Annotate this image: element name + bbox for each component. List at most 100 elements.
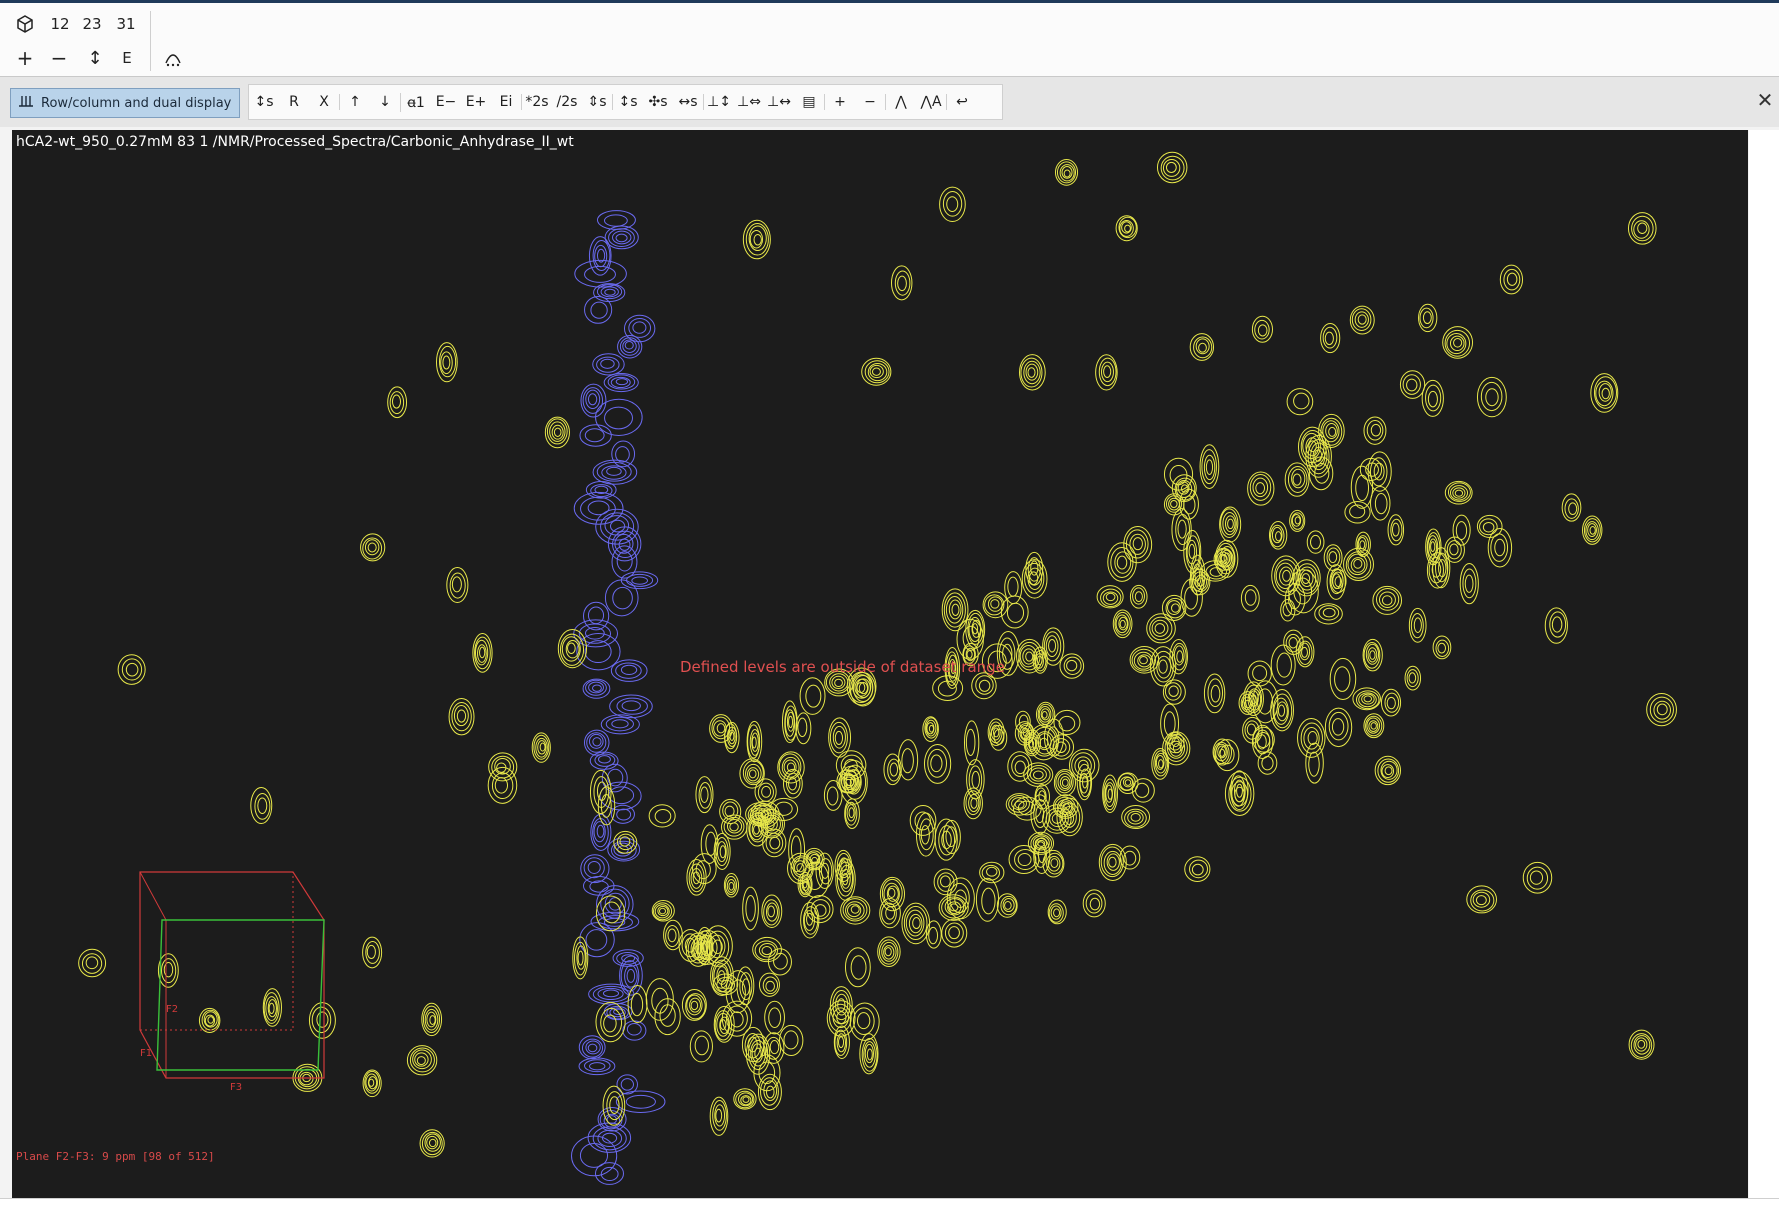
positive-peak [453, 704, 469, 727]
e-plus-icon[interactable]: E+ [461, 94, 491, 110]
arrow-down-icon[interactable]: ↓ [370, 94, 400, 110]
positive-peak [1381, 595, 1393, 606]
horizontal-shift-icon[interactable]: ↔s [673, 94, 703, 110]
positive-peak [1494, 538, 1506, 557]
spectrum-canvas[interactable]: F1 F2 F3 hCA2-wt_950_0.27mM 83 1 /NMR/Pr… [12, 130, 1748, 1198]
peak-pick-icon[interactable] [162, 45, 184, 71]
remove-icon[interactable]: − [855, 94, 885, 110]
positive-peak [207, 1016, 215, 1024]
positive-peak [1041, 711, 1048, 719]
vertical-scale-button[interactable]: ↕ [84, 45, 106, 71]
stack-vertical-icon[interactable]: ⊥↕ [703, 94, 734, 110]
toolbar-separator [150, 11, 151, 71]
positive-peak [1236, 783, 1243, 798]
positive-peak [1119, 619, 1126, 629]
positive-peak [85, 956, 99, 970]
negative-peak [615, 1090, 666, 1113]
cube-icon[interactable] [14, 11, 36, 37]
scale-div-2-icon[interactable]: /2s [552, 94, 582, 110]
positive-peak [1328, 551, 1338, 564]
stack-expand-icon[interactable]: ⊥⇔ [734, 94, 764, 110]
positive-peak [1386, 696, 1396, 710]
positive-peak [1293, 392, 1310, 410]
positive-peak [1356, 535, 1370, 556]
positive-peak [1170, 499, 1178, 509]
peak-annotate-icon[interactable]: ⋀A [916, 94, 946, 110]
positive-peak [254, 792, 271, 820]
stack-horizontal-icon[interactable]: ⊥↔ [764, 94, 794, 110]
positive-peak [1384, 766, 1393, 776]
clear-x-icon[interactable]: X [309, 94, 339, 110]
negative-peak [585, 389, 601, 409]
positive-peak [884, 947, 892, 957]
cube-label-f3: F3 [230, 1082, 242, 1093]
return-icon[interactable]: ↩ [946, 94, 977, 110]
positive-peak [422, 1005, 441, 1034]
positive-peak [769, 836, 781, 850]
positive-peak [745, 895, 756, 922]
positive-peak [1355, 474, 1370, 502]
positive-peak [1276, 652, 1292, 678]
projection-23-button[interactable]: 23 [80, 11, 104, 37]
cube-green-face [156, 919, 325, 1071]
negative-peak [606, 466, 622, 476]
move-icon[interactable]: ✣s [643, 94, 673, 110]
positive-peak [367, 1076, 378, 1090]
positive-peak [1449, 543, 1459, 556]
vertical-shift-icon[interactable]: ↕s [612, 94, 643, 110]
positive-peak [1195, 338, 1210, 355]
positive-peak [659, 1004, 676, 1027]
projection-31-button[interactable]: 31 [114, 11, 138, 37]
e-minus-icon[interactable]: E− [431, 94, 461, 110]
positive-peak [451, 576, 462, 593]
row-column-dual-display-button[interactable]: Row/column and dual display [10, 88, 240, 118]
positive-peak [943, 592, 966, 628]
projection-12-button[interactable]: 12 [48, 11, 72, 37]
negative-peak [618, 538, 631, 551]
positive-peak [546, 418, 568, 445]
positive-peak [1063, 169, 1071, 178]
positive-peak [1188, 543, 1196, 559]
positive-peak [986, 866, 998, 877]
positive-peak [1406, 378, 1418, 392]
positive-peak [889, 762, 899, 777]
baseline-s-icon[interactable]: ↕s [249, 94, 279, 110]
add-icon[interactable]: + [824, 94, 855, 110]
positive-peak [942, 190, 963, 217]
negative-peak [585, 929, 608, 951]
positive-peak [567, 642, 576, 654]
positive-peak [1277, 704, 1286, 717]
positive-peak [1637, 222, 1648, 235]
positive-peak [826, 786, 839, 806]
positive-peak [1310, 534, 1322, 550]
scale-times-2-icon[interactable]: *2s [521, 94, 552, 110]
zoom-out-button[interactable]: − [48, 45, 70, 71]
e-button[interactable]: E [116, 45, 138, 71]
cube-red-edge [139, 871, 324, 1078]
positive-peak [1551, 616, 1563, 633]
positive-peak [984, 594, 1005, 616]
positive-peak [690, 1000, 699, 1011]
peak-icon[interactable]: ⋀ [885, 94, 916, 110]
arrow-up-icon[interactable]: ↑ [339, 94, 370, 110]
positive-peak [966, 650, 973, 659]
positive-peak [1244, 589, 1257, 606]
positive-peak [853, 1007, 875, 1035]
close-icon[interactable]: ✕ [1755, 90, 1775, 110]
positive-peak [1370, 722, 1377, 730]
positive-peak [651, 987, 669, 1014]
positive-peak [1158, 759, 1164, 769]
positive-peak [1482, 522, 1495, 533]
ei-icon[interactable]: Ei [491, 94, 521, 110]
positive-peak [667, 928, 677, 943]
positive-peak [1210, 684, 1221, 703]
layout-icon[interactable]: ▤ [794, 94, 824, 110]
positive-peak [1050, 858, 1059, 868]
zoom-in-button[interactable]: + [14, 45, 36, 71]
positive-peak [1146, 613, 1176, 644]
scale-updown-icon[interactable]: ⇕s [582, 94, 612, 110]
negative-peak [587, 393, 598, 406]
reset-icon[interactable]: R [279, 94, 309, 110]
strikethrough-icon[interactable]: ꬰ1 [400, 92, 431, 112]
positive-peak [1329, 657, 1357, 701]
